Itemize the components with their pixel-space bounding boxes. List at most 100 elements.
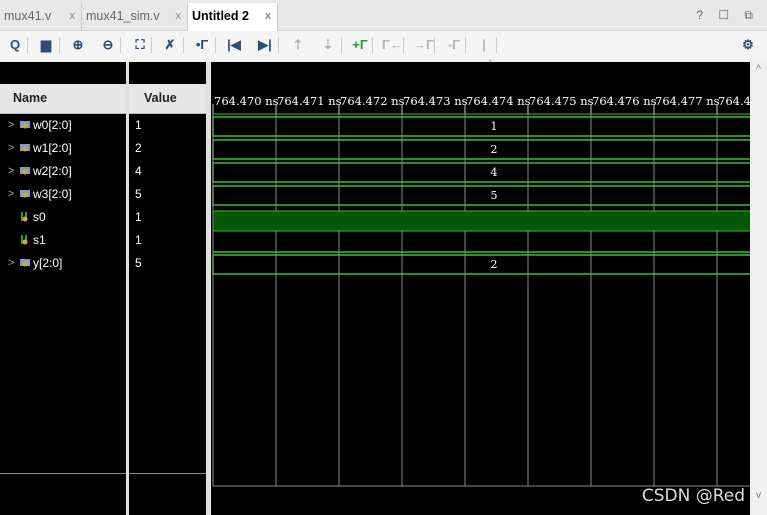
toolbar-separator bbox=[372, 37, 373, 53]
signal-row-w220[interactable]: > w2[2:0] bbox=[0, 160, 126, 183]
divider bbox=[129, 473, 206, 474]
signal-name: w2[2:0] bbox=[33, 164, 72, 178]
waveform-toolbar: ⚙ Q ▆ ⊕ ⊖ ⛶ ✗ •Γ |◀ ▶| ⇡ ⇣ +Γ Γ← →Γ -Γ |↔| bbox=[0, 31, 767, 72]
time-tick-label: 764.477 ns bbox=[655, 94, 720, 108]
bus-signal-icon bbox=[20, 259, 30, 267]
next-transition-icon[interactable]: ⇣ bbox=[318, 35, 338, 55]
divider bbox=[0, 473, 126, 474]
waveform-canvas[interactable]: 764.470 ns764.471 ns764.472 ns764.473 ns… bbox=[211, 62, 750, 515]
close-icon[interactable]: x bbox=[176, 3, 182, 29]
expand-chevron-icon[interactable]: > bbox=[8, 252, 14, 275]
zoom-fit-icon[interactable]: ⛶ bbox=[130, 35, 150, 55]
time-tick-label: 764.470 ns bbox=[214, 94, 279, 108]
time-tick-label: 764.473 ns bbox=[403, 94, 468, 108]
name-panel: Name > w0[2:0] > w1[2:0] > w2[2:0] > w3[2:0] s0 s… bbox=[0, 62, 126, 515]
bus-signal-icon bbox=[20, 144, 30, 152]
search-icon[interactable]: Q bbox=[5, 35, 25, 55]
name-column-header[interactable]: Name bbox=[0, 84, 126, 114]
tab-mux41-v[interactable]: mux41.v x bbox=[0, 3, 82, 31]
window-buttons[interactable]: ? ☐ ⧉ bbox=[696, 8, 759, 23]
signal-row-s0[interactable]: s0 bbox=[0, 206, 126, 229]
toolbar-separator bbox=[434, 37, 435, 53]
bus-signal-icon bbox=[20, 121, 30, 129]
signal-name: w3[2:0] bbox=[33, 187, 72, 201]
close-icon[interactable]: x bbox=[70, 3, 76, 29]
time-tick-label: 764.474 ns bbox=[466, 94, 531, 108]
signal-name: s0 bbox=[33, 210, 46, 224]
scroll-down-icon[interactable]: v bbox=[750, 490, 767, 501]
toolbar-separator bbox=[27, 37, 28, 53]
bus-value-label: 4 bbox=[491, 166, 498, 179]
expand-chevron-icon[interactable]: > bbox=[8, 137, 14, 160]
bus-signal-icon bbox=[20, 167, 30, 175]
toolbar-separator bbox=[151, 37, 152, 53]
tab-label: mux41.v bbox=[4, 9, 52, 23]
signal-value: 5 bbox=[135, 256, 142, 270]
waveform-background bbox=[211, 62, 750, 515]
bit-waveform-high bbox=[212, 210, 750, 232]
signal-value: 1 bbox=[135, 210, 142, 224]
editor-tab-bar: mux41.v x mux41_sim.v x Untitled 2 x ? ☐ ⧉ bbox=[0, 0, 767, 32]
save-icon[interactable]: ▆ bbox=[36, 35, 56, 55]
scroll-up-icon[interactable]: ^ bbox=[750, 64, 767, 75]
bus-value-label: 5 bbox=[491, 189, 498, 202]
toolbar-separator bbox=[215, 37, 216, 53]
snap-to-transition-icon[interactable]: |↔| bbox=[474, 35, 494, 72]
time-tick-label: 764.476 ns bbox=[592, 94, 657, 108]
toolbar-separator bbox=[120, 37, 121, 53]
cursor-snap-icon[interactable]: ✗ bbox=[160, 35, 180, 55]
tab-label: Untitled 2 bbox=[192, 9, 249, 23]
tab-untitled-2[interactable]: Untitled 2 x bbox=[188, 3, 278, 32]
go-to-time-zero-icon[interactable]: |◀ bbox=[224, 35, 244, 55]
expand-chevron-icon[interactable]: > bbox=[8, 114, 14, 137]
signal-value: 4 bbox=[135, 164, 142, 178]
time-tick-label: 764.472 ns bbox=[340, 94, 405, 108]
toolbar-separator bbox=[341, 37, 342, 53]
signal-name: w1[2:0] bbox=[33, 141, 72, 155]
value-column-header[interactable]: Value bbox=[129, 84, 206, 114]
toolbar-separator bbox=[465, 37, 466, 53]
expand-chevron-icon[interactable]: > bbox=[8, 183, 14, 206]
next-marker-icon[interactable]: →Γ bbox=[413, 35, 434, 55]
signal-value: 5 bbox=[135, 187, 142, 201]
tab-mux41-sim-v[interactable]: mux41_sim.v x bbox=[82, 3, 188, 31]
add-marker-icon[interactable]: +Γ bbox=[350, 35, 370, 55]
previous-transition-icon[interactable]: ⇡ bbox=[288, 35, 308, 55]
bit-signal-icon bbox=[21, 212, 28, 222]
signal-value: 2 bbox=[135, 141, 142, 155]
signal-name: s1 bbox=[33, 233, 46, 247]
expand-chevron-icon[interactable]: > bbox=[8, 160, 14, 183]
signal-row-w020[interactable]: > w0[2:0] bbox=[0, 114, 126, 137]
value-panel: Value 1 2 4 5 1 1 5 bbox=[129, 62, 206, 515]
toolbar-separator bbox=[403, 37, 404, 53]
zoom-in-icon[interactable]: ⊕ bbox=[68, 35, 88, 55]
close-icon[interactable]: x bbox=[265, 3, 271, 29]
toolbar-separator bbox=[183, 37, 184, 53]
signal-row-w120[interactable]: > w1[2:0] bbox=[0, 137, 126, 160]
swap-cursors-icon[interactable]: -Γ bbox=[444, 35, 464, 55]
signal-name: y[2:0] bbox=[33, 256, 63, 270]
signal-value: 1 bbox=[135, 118, 142, 132]
time-tick-label: 764.478 ns bbox=[718, 94, 750, 108]
bus-value-label: 2 bbox=[491, 143, 498, 156]
go-to-last-time-icon[interactable]: ▶| bbox=[255, 35, 275, 55]
signal-name: w0[2:0] bbox=[33, 118, 72, 132]
vertical-scrollbar[interactable]: ^ v bbox=[750, 62, 767, 515]
zoom-out-icon[interactable]: ⊖ bbox=[98, 35, 118, 55]
signal-row-s1[interactable]: s1 bbox=[0, 229, 126, 252]
previous-marker-icon[interactable]: Γ← bbox=[382, 35, 403, 55]
time-tick-label: 764.475 ns bbox=[529, 94, 594, 108]
time-tick-label: 764.471 ns bbox=[277, 94, 342, 108]
bus-signal-icon bbox=[20, 190, 30, 198]
signal-value: 1 bbox=[135, 233, 142, 247]
watermark: CSDN @Red bbox=[641, 486, 745, 506]
bus-value-label: 1 bbox=[491, 120, 498, 133]
signal-row-w320[interactable]: > w3[2:0] bbox=[0, 183, 126, 206]
toolbar-separator bbox=[59, 37, 60, 53]
tab-label: mux41_sim.v bbox=[86, 9, 160, 23]
bus-value-label: 2 bbox=[491, 258, 498, 271]
settings-icon[interactable]: ⚙ bbox=[738, 35, 758, 55]
toolbar-separator bbox=[278, 37, 279, 53]
signal-row-y20[interactable]: > y[2:0] bbox=[0, 252, 126, 275]
go-to-cursor-icon[interactable]: •Γ bbox=[192, 35, 212, 55]
